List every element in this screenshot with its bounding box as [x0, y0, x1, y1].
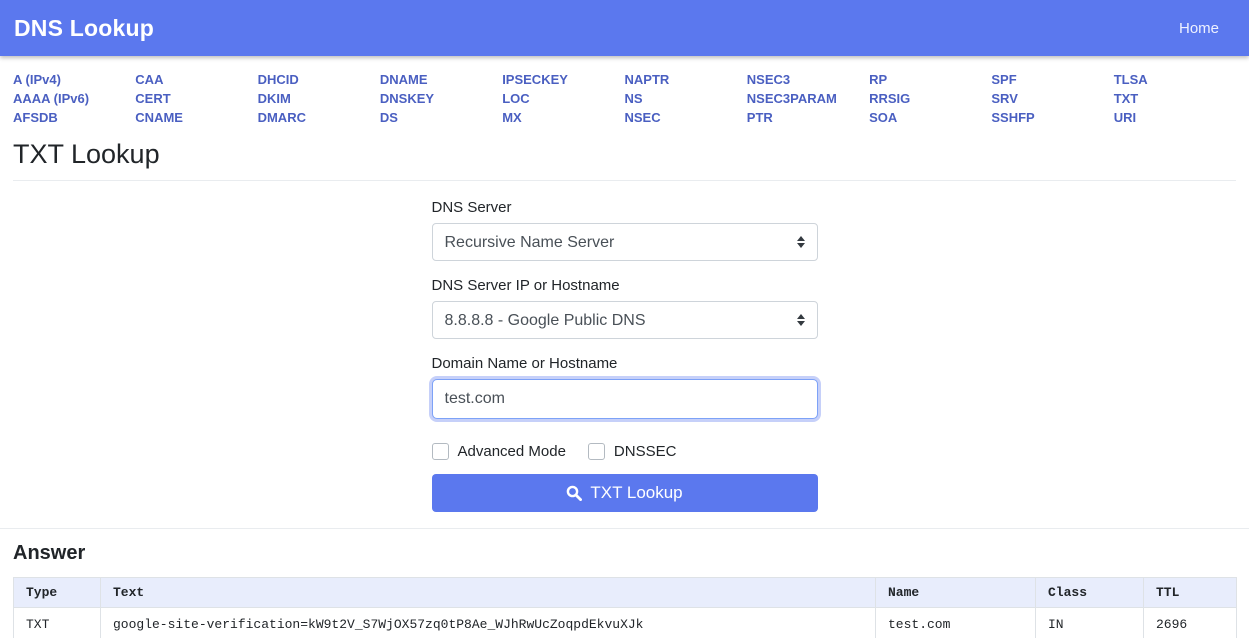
nav-column: NAPTR NS NSEC: [625, 70, 747, 127]
nav-link-txt[interactable]: TXT: [1114, 89, 1236, 108]
nav-link-nsec[interactable]: NSEC: [625, 108, 747, 127]
lookup-form: DNS Server Recursive Name Server DNS Ser…: [432, 199, 818, 512]
nav-link-aaaa-ipv6[interactable]: AAAA (IPv6): [13, 89, 135, 108]
nav-link-dhcid[interactable]: DHCID: [258, 70, 380, 89]
nav-link-naptr[interactable]: NAPTR: [625, 70, 747, 89]
nav-column: DNAME DNSKEY DS: [380, 70, 502, 127]
column-header-text: Text: [101, 578, 876, 608]
nav-column: IPSECKEY LOC MX: [502, 70, 624, 127]
nav-link-dnskey[interactable]: DNSKEY: [380, 89, 502, 108]
txt-lookup-button-label: TXT Lookup: [590, 483, 682, 503]
options-row: Advanced Mode DNSSEC: [432, 443, 818, 460]
nav-link-soa[interactable]: SOA: [869, 108, 991, 127]
nav-column: NSEC3 NSEC3PARAM PTR: [747, 70, 869, 127]
title-divider: [13, 180, 1236, 181]
nav-column: CAA CERT CNAME: [135, 70, 257, 127]
answer-section: Answer Type Text Name Class TTL TXT goog…: [0, 528, 1249, 638]
record-class-cell: IN: [1036, 608, 1144, 638]
dns-server-ip-select[interactable]: 8.8.8.8 - Google Public DNS: [432, 301, 818, 339]
dnssec-checkbox[interactable]: [588, 443, 605, 460]
nav-link-ns[interactable]: NS: [625, 89, 747, 108]
nav-link-spf[interactable]: SPF: [991, 70, 1113, 89]
nav-column: A (IPv4) AAAA (IPv6) AFSDB: [13, 70, 135, 127]
advanced-mode-label: Advanced Mode: [458, 443, 566, 460]
record-name-cell: test.com: [876, 608, 1036, 638]
dns-server-ip-select-wrap: 8.8.8.8 - Google Public DNS: [432, 301, 818, 339]
nav-link-cert[interactable]: CERT: [135, 89, 257, 108]
column-header-class: Class: [1036, 578, 1144, 608]
column-header-type: Type: [14, 578, 101, 608]
nav-link-dmarc[interactable]: DMARC: [258, 108, 380, 127]
dns-server-select-wrap: Recursive Name Server: [432, 223, 818, 261]
answer-table: Type Text Name Class TTL TXT google-site…: [13, 577, 1237, 638]
dns-server-label: DNS Server: [432, 199, 818, 216]
nav-link-cname[interactable]: CNAME: [135, 108, 257, 127]
nav-link-nsec3param[interactable]: NSEC3PARAM: [747, 89, 869, 108]
record-type-nav: A (IPv4) AAAA (IPv6) AFSDB CAA CERT CNAM…: [0, 56, 1249, 133]
dns-server-select[interactable]: Recursive Name Server: [432, 223, 818, 261]
advanced-mode-checkbox[interactable]: [432, 443, 449, 460]
record-type-cell: TXT: [14, 608, 101, 638]
record-text-cell: google-site-verification=kW9t2V_S7WjOX57…: [101, 608, 876, 638]
domain-input[interactable]: [432, 379, 818, 419]
nav-column: SPF SRV SSHFP: [991, 70, 1113, 127]
nav-link-afsdb[interactable]: AFSDB: [13, 108, 135, 127]
nav-link-loc[interactable]: LOC: [502, 89, 624, 108]
nav-link-srv[interactable]: SRV: [991, 89, 1113, 108]
dnssec-label: DNSSEC: [614, 443, 677, 460]
nav-link-rrsig[interactable]: RRSIG: [869, 89, 991, 108]
nav-link-a-ipv4[interactable]: A (IPv4): [13, 70, 135, 89]
dnssec-option[interactable]: DNSSEC: [588, 443, 677, 460]
txt-lookup-button[interactable]: TXT Lookup: [432, 474, 818, 512]
nav-column: RP RRSIG SOA: [869, 70, 991, 127]
advanced-mode-option[interactable]: Advanced Mode: [432, 443, 566, 460]
nav-link-tlsa[interactable]: TLSA: [1114, 70, 1236, 89]
column-header-ttl: TTL: [1144, 578, 1237, 608]
nav-link-sshfp[interactable]: SSHFP: [991, 108, 1113, 127]
table-row: TXT google-site-verification=kW9t2V_S7Wj…: [14, 608, 1237, 638]
record-ttl-cell: 2696: [1144, 608, 1237, 638]
answer-table-header-row: Type Text Name Class TTL: [14, 578, 1237, 608]
column-header-name: Name: [876, 578, 1036, 608]
answer-title: Answer: [13, 542, 1236, 565]
nav-link-mx[interactable]: MX: [502, 108, 624, 127]
nav-link-dname[interactable]: DNAME: [380, 70, 502, 89]
search-icon: [566, 485, 582, 501]
app-title[interactable]: DNS Lookup: [14, 15, 154, 42]
nav-link-ptr[interactable]: PTR: [747, 108, 869, 127]
nav-link-ds[interactable]: DS: [380, 108, 502, 127]
nav-link-nsec3[interactable]: NSEC3: [747, 70, 869, 89]
nav-column: TLSA TXT URI: [1114, 70, 1236, 127]
home-link[interactable]: Home: [1179, 20, 1219, 37]
nav-link-uri[interactable]: URI: [1114, 108, 1236, 127]
nav-link-ipseckey[interactable]: IPSECKEY: [502, 70, 624, 89]
header-bar: DNS Lookup Home: [0, 0, 1249, 56]
nav-link-caa[interactable]: CAA: [135, 70, 257, 89]
page-title: TXT Lookup: [13, 139, 1236, 170]
dns-server-ip-label: DNS Server IP or Hostname: [432, 277, 818, 294]
domain-label: Domain Name or Hostname: [432, 355, 818, 372]
nav-column: DHCID DKIM DMARC: [258, 70, 380, 127]
nav-link-dkim[interactable]: DKIM: [258, 89, 380, 108]
nav-link-rp[interactable]: RP: [869, 70, 991, 89]
